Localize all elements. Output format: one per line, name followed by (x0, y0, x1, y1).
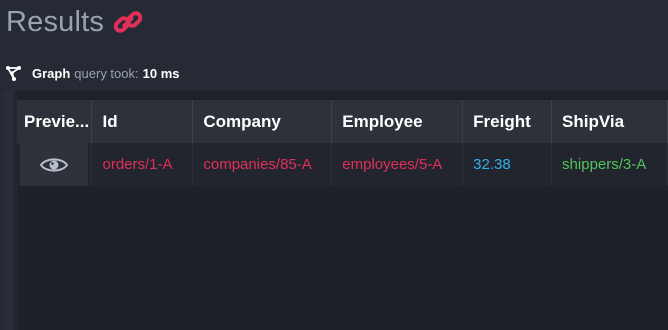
cell-company[interactable]: companies/85-A (192, 143, 333, 186)
results-title: Results (6, 5, 105, 38)
eye-icon (40, 157, 69, 172)
column-header-shipvia[interactable]: ShipVia (551, 100, 668, 143)
shipper-link[interactable]: shippers/3-A (562, 156, 646, 173)
preview-button[interactable] (20, 143, 89, 186)
employee-link[interactable]: employees/5-A (342, 156, 442, 173)
cell-employee[interactable]: employees/5-A (331, 143, 464, 186)
column-header-company[interactable]: Company (192, 100, 333, 143)
link-icon[interactable] (112, 6, 144, 38)
table-header-row: Previe... Id Company Employee Freight Sh… (17, 100, 668, 143)
cell-shipvia[interactable]: shippers/3-A (551, 143, 668, 186)
cell-freight: 32.38 (462, 143, 553, 186)
column-header-employee[interactable]: Employee (331, 100, 464, 143)
company-link[interactable]: companies/85-A (203, 156, 311, 173)
column-header-freight[interactable]: Freight (462, 100, 553, 143)
results-panel: Results Graph query took: 10 ms Previe..… (0, 0, 668, 330)
cell-id[interactable]: orders/1-A (91, 143, 194, 186)
results-table: Previe... Id Company Employee Freight Sh… (17, 100, 668, 186)
query-took-value: 10 ms (142, 65, 180, 81)
query-took-label: query took: (74, 65, 139, 81)
column-header-preview[interactable]: Previe... (17, 100, 93, 143)
freight-value: 32.38 (473, 156, 511, 173)
graph-label: Graph (32, 65, 71, 81)
query-stats: Graph query took: 10 ms (6, 63, 180, 83)
grid-gutter (4, 91, 13, 330)
graph-icon (6, 65, 22, 81)
document-link[interactable]: orders/1-A (102, 156, 172, 173)
preview-cell (17, 143, 93, 186)
results-header: Results (6, 2, 144, 42)
column-header-id[interactable]: Id (91, 100, 194, 143)
results-grid: Previe... Id Company Employee Freight Sh… (4, 91, 668, 330)
table-row: orders/1-A companies/85-A employees/5-A … (17, 143, 668, 186)
